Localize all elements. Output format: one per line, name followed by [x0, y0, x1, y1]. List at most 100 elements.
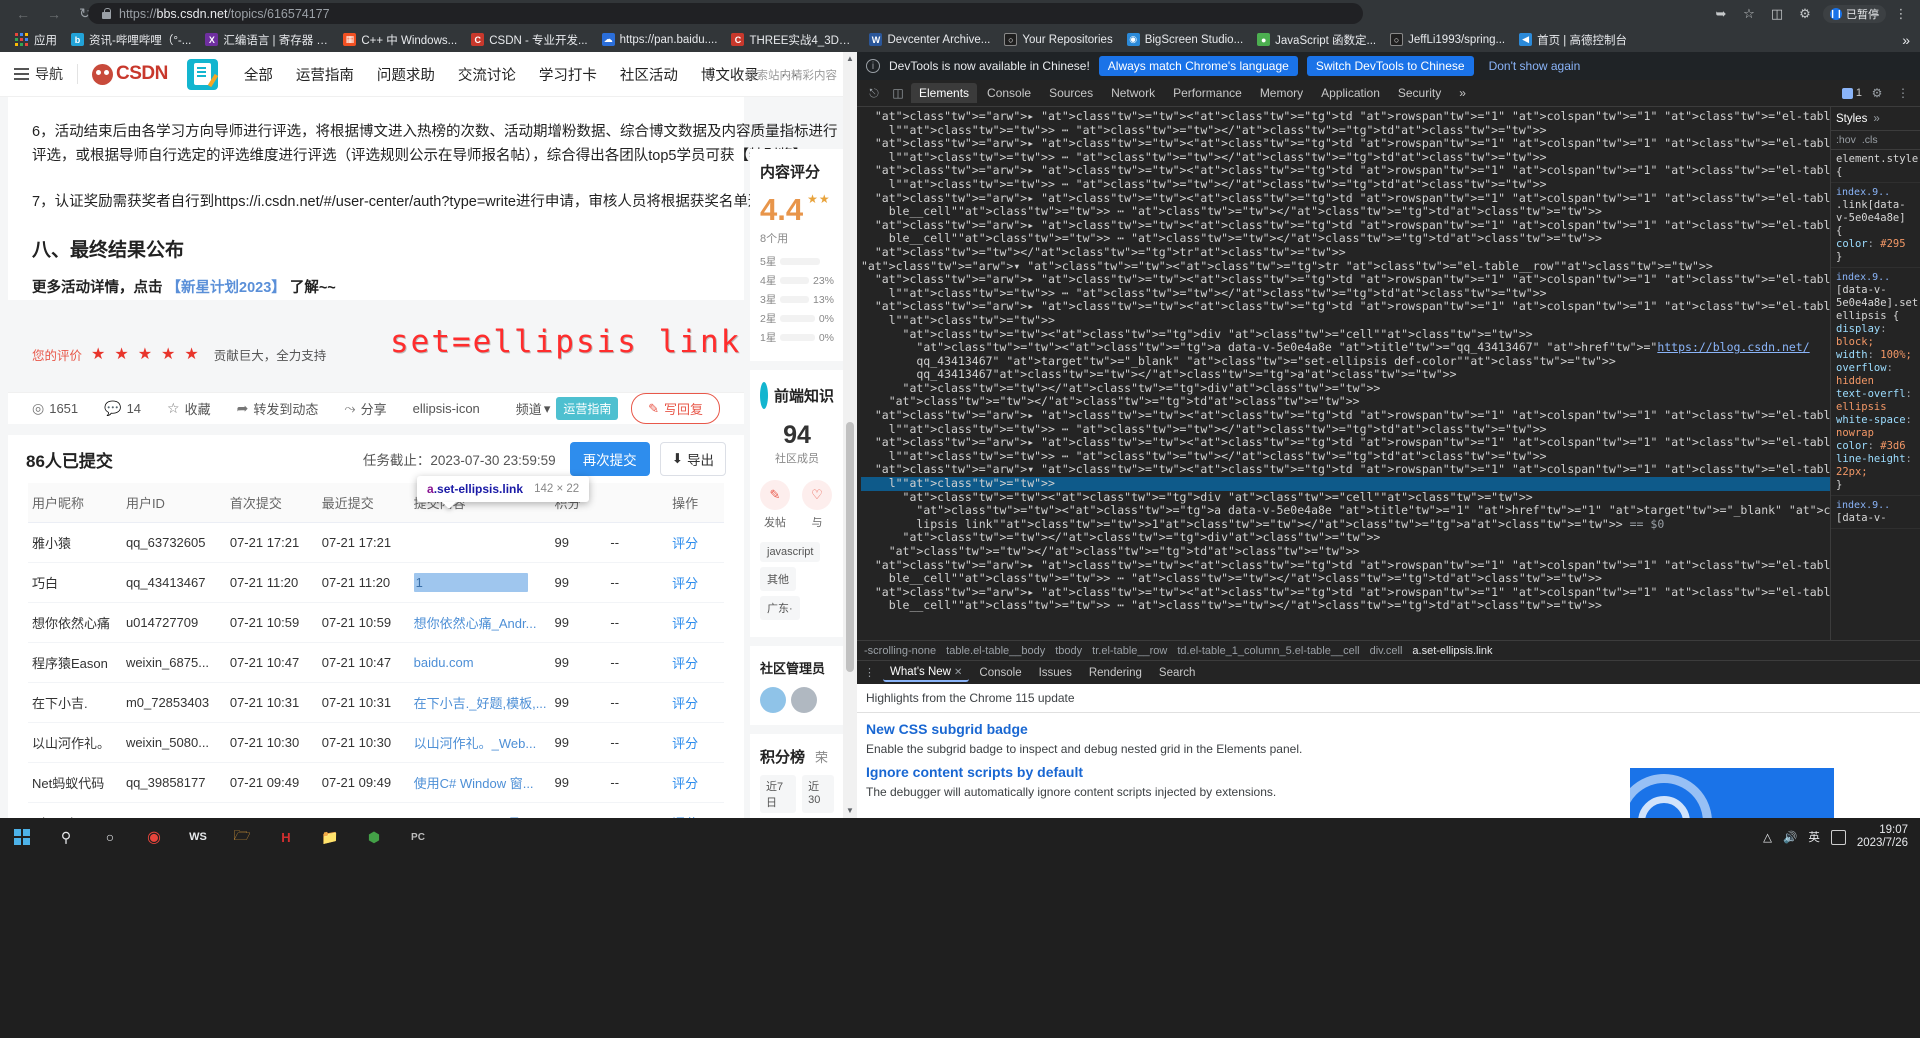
css-declaration[interactable]: text-overfl: ellipsis [1836, 388, 1915, 414]
cell-content[interactable]: SAP HANA SQL函... [410, 803, 551, 819]
bookmark-item[interactable]: ○Your Repositories [997, 29, 1119, 50]
community-tag[interactable]: 其他 [760, 567, 796, 591]
bookmark-item[interactable]: X汇编语言 | 寄存器 -... [198, 29, 336, 50]
tab-network[interactable]: Network [1103, 83, 1163, 103]
tab-elements[interactable]: Elements [911, 83, 977, 103]
dom-tree-line[interactable]: "at">class"tw">="arw">▸ "at">class"tw">=… [861, 409, 1830, 423]
cell-content[interactable]: 想你依然心痛_Andr... [410, 603, 551, 643]
css-declaration[interactable]: color: #3d6 [1836, 440, 1915, 453]
bookmark-item[interactable]: CCSDN - 专业开发... [464, 29, 594, 50]
resubmit-button[interactable]: 再次提交 [570, 442, 650, 476]
bookmark-item[interactable]: ☁https://pan.baidu.... [595, 29, 725, 50]
dom-tree-line[interactable]: l""at">class"tw">="tw">> [861, 477, 1830, 491]
dom-tree-line[interactable]: "at">class"tw">="arw">▾ "at">class"tw">=… [861, 463, 1830, 477]
export-button[interactable]: ⬇ 导出 [660, 442, 726, 476]
selected-link-highlight[interactable]: 1 [414, 573, 528, 592]
cell-content[interactable]: 以山河作礼。_Web... [410, 723, 551, 763]
cell-op[interactable]: 评分 [668, 523, 724, 563]
table-row[interactable]: 雅小猿qq_6373260507-21 17:2107-21 17:2199--… [28, 523, 724, 563]
explorer-taskbar-icon[interactable]: 📁 [308, 818, 352, 856]
dom-tree-line[interactable]: "at">class"tw">="tw"><"at">class"tw">="t… [861, 328, 1830, 342]
bookmark-item[interactable]: ◉BigScreen Studio... [1120, 29, 1250, 50]
inspect-element-icon[interactable]: ⎋ [863, 83, 885, 103]
breadcrumb-item[interactable]: div.cell [1370, 645, 1403, 657]
dom-tree-line[interactable]: "at">class"tw">="tw"><"at">class"tw">="t… [861, 504, 1830, 518]
tab-security[interactable]: Security [1390, 83, 1449, 103]
styles-tabs-overflow-icon[interactable]: » [1873, 113, 1879, 125]
folder-taskbar-icon[interactable]: 🗁 [220, 818, 264, 856]
breadcrumb-item[interactable]: tbody [1055, 645, 1082, 657]
windows-start-icon[interactable] [0, 818, 44, 856]
show-hidden-icons-icon[interactable]: △ [1763, 830, 1772, 844]
scroll-thumb[interactable] [846, 422, 854, 672]
star-icon[interactable]: ★ [114, 344, 128, 364]
search-icon[interactable]: ⚲ [44, 818, 88, 856]
table-row[interactable]: 巧白qq_4341346707-21 11:2007-21 11:20199--… [28, 563, 724, 603]
css-rule-source[interactable]: index.9.. [1836, 499, 1915, 512]
share-button[interactable]: ⤳分享 [344, 399, 386, 418]
dom-tree-line[interactable]: "at">class"tw">="arw">▸ "at">class"tw">=… [861, 219, 1830, 233]
tab-memory[interactable]: Memory [1252, 83, 1311, 103]
dom-tree-line[interactable]: ble__cell""at">class"tw">="tw">> ⋯ "at">… [861, 205, 1830, 219]
dom-tree-line[interactable]: qq_43413467" "at">target"tw">="_blank" "… [861, 355, 1830, 369]
dont-show-again-button[interactable]: Don't show again [1483, 56, 1587, 76]
nav-item-checkin[interactable]: 学习打卡 [539, 64, 597, 85]
cell-op[interactable]: 评分 [668, 643, 724, 683]
dom-tree-line[interactable]: "at">class"tw">="tw"></"at">class"tw">="… [861, 531, 1830, 545]
cell-content[interactable]: baidu.com [410, 643, 551, 683]
forward-arrow-icon[interactable]: → [41, 3, 67, 25]
star-icon[interactable]: ★ [161, 344, 175, 364]
dom-tree-line[interactable]: lipsis link""at">class"tw">="tw">>1"at">… [861, 518, 1830, 532]
dom-tree-line[interactable]: l""at">class"tw">="tw">> ⋯ "at">class"tw… [861, 287, 1830, 301]
avatar[interactable] [760, 687, 786, 713]
switch-to-chinese-button[interactable]: Switch DevTools to Chinese [1307, 56, 1474, 76]
css-declaration[interactable]: overflow: hidden [1836, 362, 1915, 388]
drawer-tab-issues[interactable]: Issues [1032, 665, 1079, 681]
more-actions-icon[interactable]: ellipsis-icon [413, 401, 480, 416]
bookmark-item[interactable]: ●JavaScript 函数定... [1250, 29, 1383, 50]
tab-console[interactable]: Console [979, 83, 1039, 103]
drawer-tab-search[interactable]: Search [1152, 665, 1202, 681]
element-style-rule[interactable]: element.style { [1831, 150, 1920, 183]
dom-tree-line[interactable]: "at">class"tw">="tw"></"at">class"tw">="… [861, 382, 1830, 396]
device-toolbar-icon[interactable]: ◫ [887, 83, 909, 103]
node-taskbar-icon[interactable]: ⬢ [352, 818, 396, 856]
tab-application[interactable]: Application [1313, 83, 1388, 103]
cell-content[interactable]: 使用C# Window 窗... [410, 763, 551, 803]
tab-sources[interactable]: Sources [1041, 83, 1101, 103]
dom-tree-line[interactable]: l""at">class"tw">="tw">> ⋯ "at">class"tw… [861, 124, 1830, 138]
volume-icon[interactable]: 🔊 [1783, 830, 1797, 844]
dom-tree[interactable]: "at">class"tw">="arw">▸ "at">class"tw">=… [857, 107, 1830, 640]
gear-icon[interactable]: ⚙ [1866, 83, 1888, 103]
channel-tag[interactable]: 运营指南 [556, 397, 618, 420]
three-dot-menu-icon[interactable]: ⋮ [1888, 3, 1914, 25]
bookmark-item[interactable]: ○JeffLi1993/spring... [1383, 29, 1512, 50]
keyboard-icon[interactable] [1831, 830, 1846, 845]
favorite-button[interactable]: ☆收藏 [167, 399, 211, 418]
csdn-logo[interactable]: CSDN [92, 63, 168, 85]
nav-item-questions[interactable]: 问题求助 [377, 64, 435, 85]
dom-tree-line[interactable]: ble__cell""at">class"tw">="tw">> ⋯ "at">… [861, 599, 1830, 613]
ime-indicator[interactable]: 英 [1808, 829, 1820, 845]
bookmark-item[interactable]: ▦C++ 中 Windows... [336, 29, 464, 50]
breadcrumb-item[interactable]: tr.el-table__row [1092, 645, 1167, 657]
share-icon[interactable]: ➥ [1708, 3, 1734, 25]
css-rule-source[interactable]: index.9.. [1836, 271, 1915, 284]
css-declaration[interactable]: display: block; [1836, 323, 1915, 349]
dom-tree-line[interactable]: l""at">class"tw">="tw">> ⋯ "at">class"tw… [861, 178, 1830, 192]
nav-item-operations[interactable]: 运营指南 [296, 64, 354, 85]
table-row[interactable]: 在下小吉.m0_7285340307-21 10:3107-21 10:31在下… [28, 683, 724, 723]
community-badge-icon[interactable] [187, 59, 218, 90]
dom-tree-line[interactable]: "at">class"tw">="tw"></"at">class"tw">="… [861, 246, 1830, 260]
three-dot-menu-icon[interactable]: ⋮ [1892, 83, 1914, 103]
cell-op[interactable]: 评分 [668, 763, 724, 803]
css-declaration[interactable]: line-height: 22px; [1836, 453, 1915, 479]
star-icon[interactable]: ☆ [1736, 3, 1762, 25]
cell-op[interactable]: 评分 [668, 563, 724, 603]
drawer-tab-rendering[interactable]: Rendering [1082, 665, 1149, 681]
scroll-down-arrow-icon[interactable]: ▼ [843, 804, 857, 818]
bookmark-item[interactable]: ◀首页 | 高德控制台 [1512, 29, 1634, 50]
table-row[interactable]: Net蚂蚁代码qq_3985817707-21 09:4907-21 09:49… [28, 763, 724, 803]
drawer-more-icon[interactable]: ⋮ [864, 666, 876, 679]
hov-toggle[interactable]: :hov [1836, 134, 1856, 146]
